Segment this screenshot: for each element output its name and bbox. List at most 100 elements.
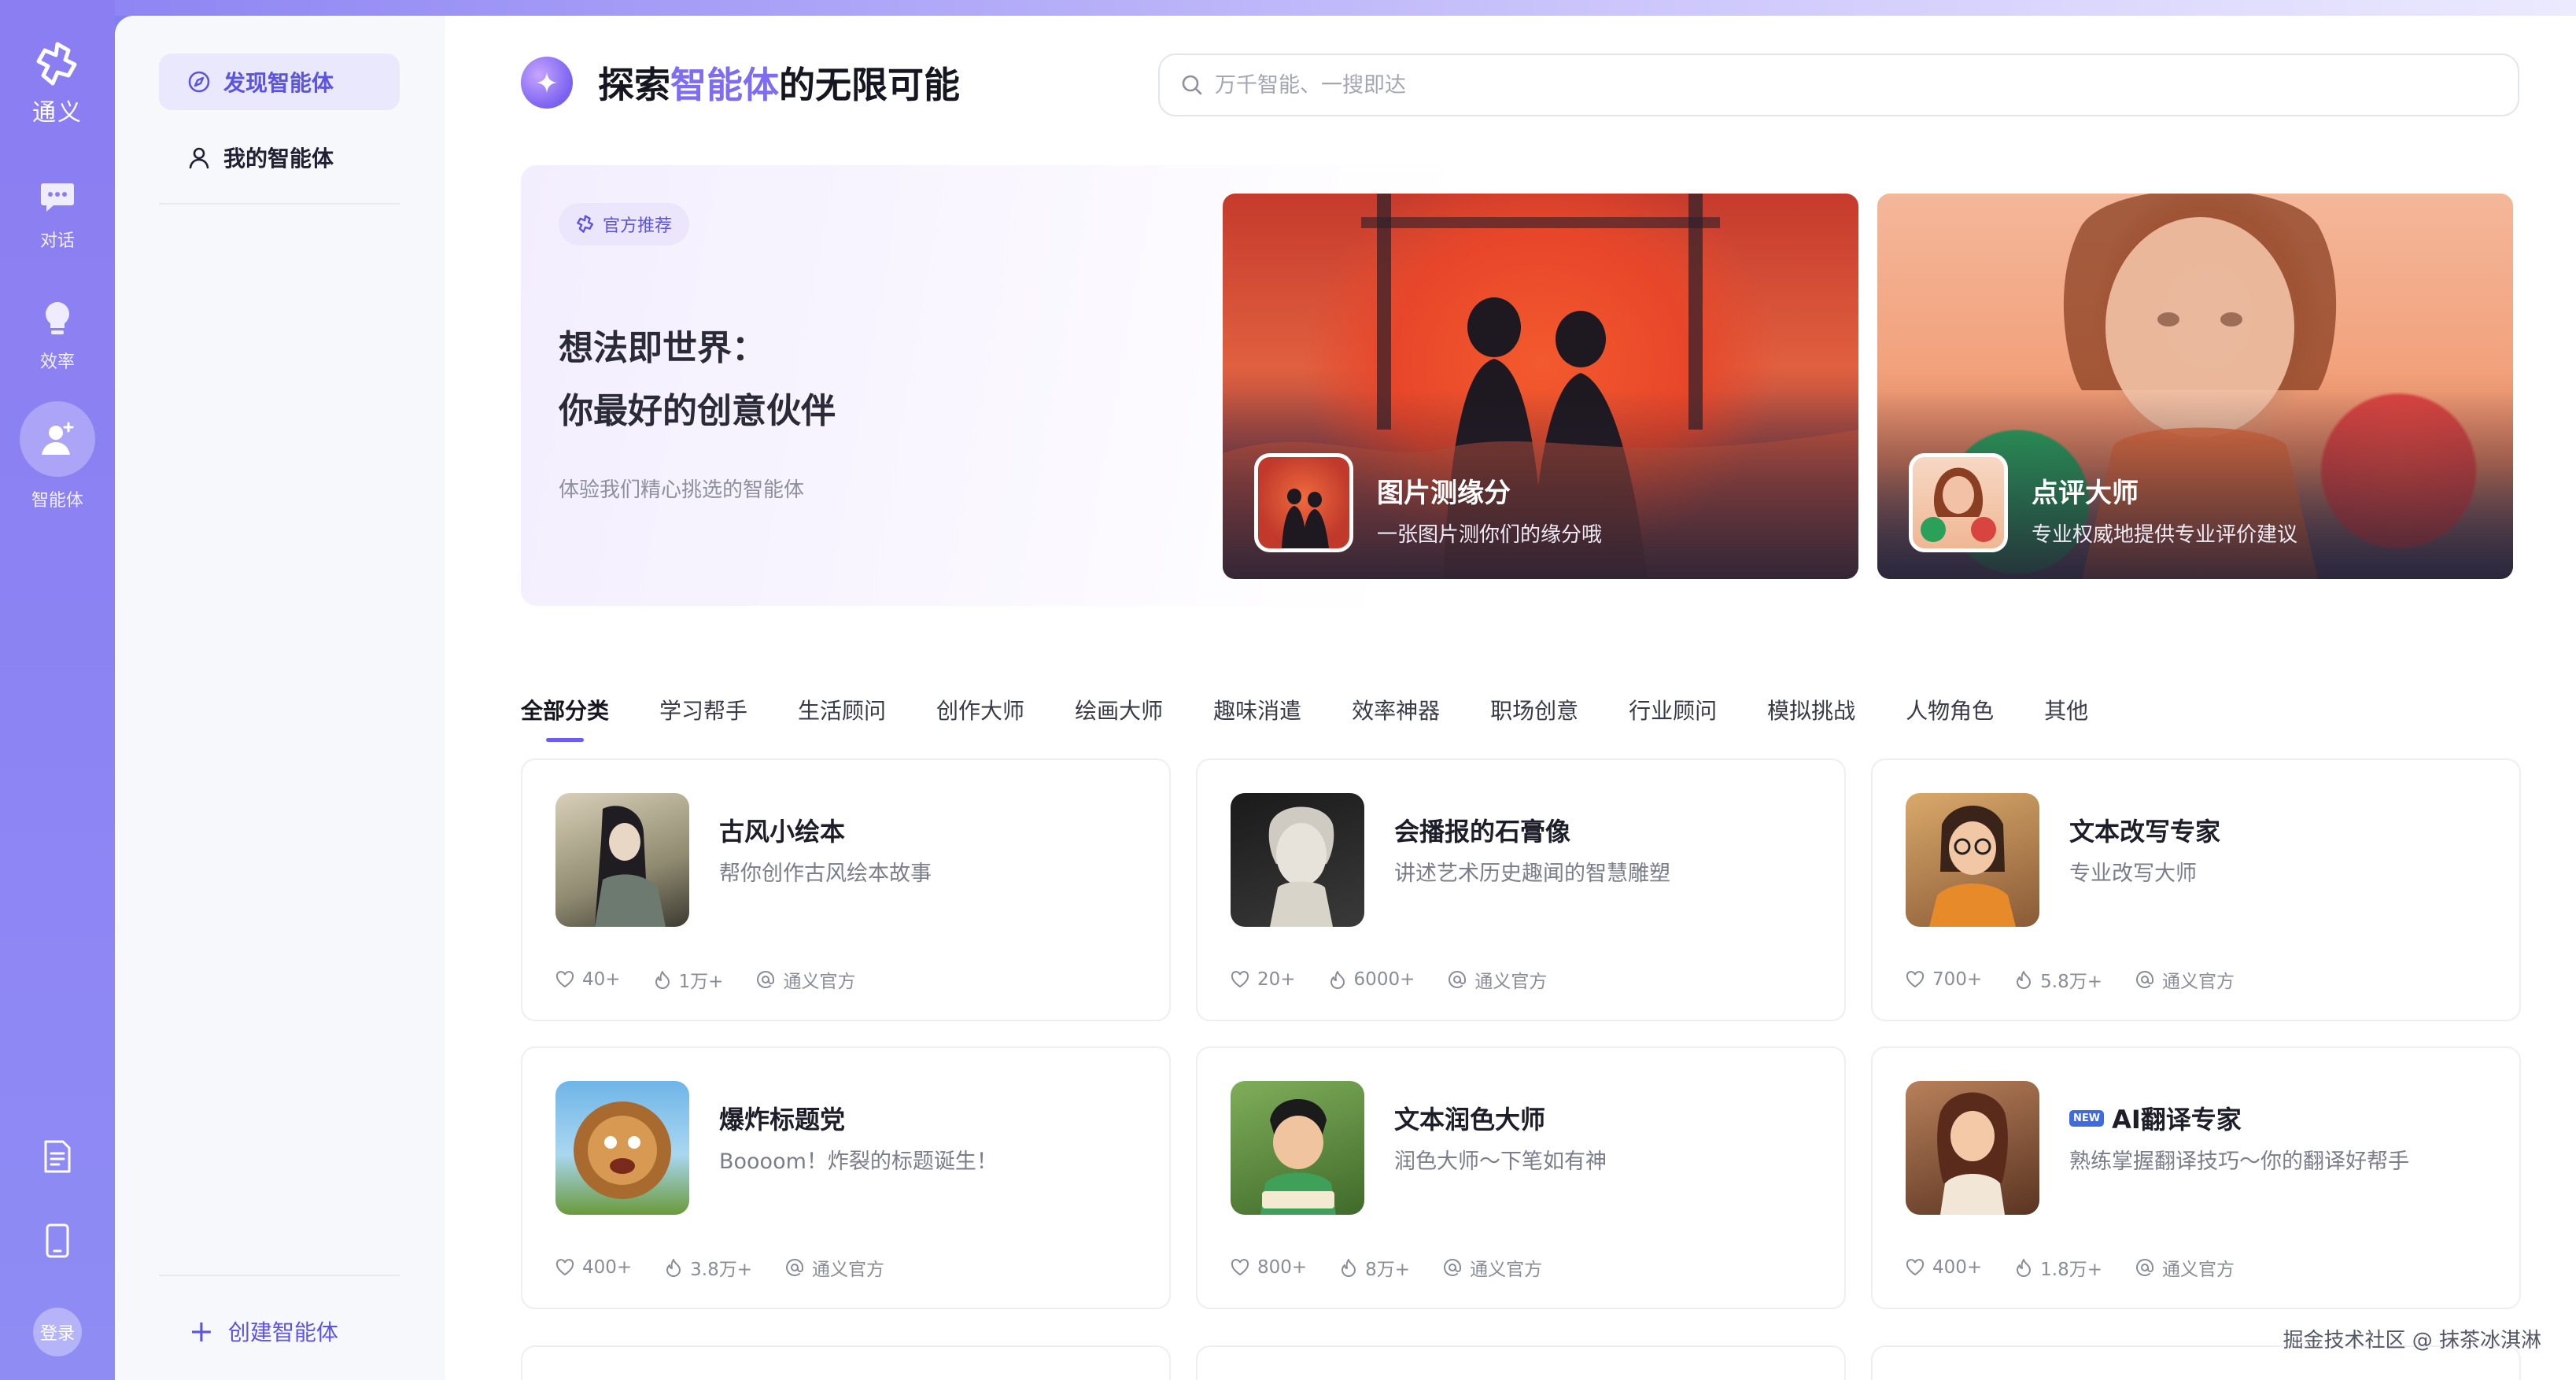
agent-title: 古风小绘本: [719, 812, 845, 848]
featured-card-desc: 专业权威地提供专业评价建议: [2032, 523, 2298, 547]
user-icon: [186, 144, 212, 171]
search-icon: [1180, 73, 1204, 97]
agent-desc: 专业改写大师: [2069, 862, 2197, 886]
agent-stats: 800+ 8万+ 通义官方: [1231, 1254, 1575, 1281]
agent-icon: [20, 401, 95, 477]
banner-headline-1: 想法即世界：: [559, 328, 766, 368]
agent-desc: 讲述艺术历史趣闻的智慧雕塑: [1394, 862, 1670, 886]
featured-card-picture-fate[interactable]: 图片测缘分 一张图片测你们的缘分哦: [1223, 194, 1858, 579]
likes-count: 40+: [582, 969, 621, 990]
featured-card-title: 点评大师: [2032, 478, 2139, 509]
agent-avatar-text-rewrite: [1906, 793, 2039, 927]
rail-item-chat[interactable]: 对话: [38, 178, 77, 252]
author-stat: 通义官方: [2135, 1254, 2235, 1281]
top-gradient-strip: [0, 0, 2576, 16]
uses-count: 1万+: [678, 972, 724, 992]
tongyi-logo-icon[interactable]: [34, 41, 81, 88]
tab-efficiency[interactable]: 效率神器: [1352, 694, 1440, 725]
banner-subtitle: 体验我们精心挑选的智能体: [559, 478, 805, 502]
uses-count: 5.8万+: [2040, 972, 2103, 992]
badge-label: 官方推荐: [603, 216, 673, 236]
tab-simulation[interactable]: 模拟挑战: [1767, 694, 1855, 725]
agent-stats: 700+ 5.8万+ 通义官方: [1906, 966, 2268, 993]
featured-card-review-master[interactable]: 点评大师 专业权威地提供专业评价建议: [1877, 194, 2513, 579]
agent-card[interactable]: 会播报的石膏像 讲述艺术历史趣闻的智慧雕塑 20+ 6000+ 通义官方: [1196, 758, 1846, 1021]
likes-count: 800+: [1257, 1257, 1308, 1278]
agent-card[interactable]: 文本改写专家 专业改写大师 700+ 5.8万+ 通义官方: [1871, 758, 2521, 1021]
agent-title-text: 文本改写专家: [2069, 817, 2221, 847]
create-agent-button[interactable]: + 创建智能体: [189, 1315, 338, 1347]
tab-workplace[interactable]: 职场创意: [1490, 694, 1578, 725]
sidebar-item-my-agents[interactable]: 我的智能体: [159, 129, 400, 186]
sidebar-item-discover[interactable]: 发现智能体: [159, 54, 400, 110]
tab-characters[interactable]: 人物角色: [1906, 694, 1994, 725]
uses-count: 3.8万+: [690, 1260, 753, 1280]
agent-card[interactable]: NEW AI翻译专家 熟练掌握翻译技巧～你的翻译好帮手 400+ 1.8万+ 通义…: [1871, 1046, 2521, 1309]
uses-stat: 3.8万+: [665, 1254, 752, 1281]
banner-headline-2: 你最好的创意伙伴: [559, 391, 836, 431]
author-stat: 通义官方: [756, 966, 855, 993]
agent-stats: 40+ 1万+ 通义官方: [555, 966, 888, 993]
author-name: 通义官方: [1470, 1260, 1543, 1280]
login-button[interactable]: 登录: [33, 1308, 82, 1356]
agent-card-partial[interactable]: [1196, 1345, 1846, 1380]
agent-desc: Boooom！炸裂的标题诞生！: [719, 1149, 998, 1174]
flame-icon: [2015, 970, 2032, 989]
tab-all[interactable]: 全部分类: [521, 694, 609, 742]
flame-icon: [665, 1258, 682, 1277]
agent-title-text: 会播报的石膏像: [1394, 817, 1571, 847]
agent-card[interactable]: 古风小绘本 帮你创作古风绘本故事 40+ 1万+ 通义官方: [521, 758, 1171, 1021]
watermark-text: 掘金技术社区 @ 抹茶冰淇淋: [2283, 1329, 2541, 1352]
agent-title-text: 文本润色大师: [1394, 1105, 1546, 1135]
tab-study[interactable]: 学习帮手: [659, 694, 747, 725]
tab-life[interactable]: 生活顾问: [798, 694, 886, 725]
heart-icon: [1906, 971, 1925, 988]
agent-stats: 400+ 3.8万+ 通义官方: [555, 1254, 917, 1281]
title-suffix: 的无限可能: [779, 64, 960, 106]
rail-item-agents[interactable]: 智能体: [20, 401, 95, 511]
sparkle-icon: [521, 57, 573, 109]
tab-painting[interactable]: 绘画大师: [1075, 694, 1163, 725]
agent-avatar-ancient-painting: [555, 793, 689, 927]
search-input[interactable]: [1215, 72, 2474, 98]
rail-logo-text: 通义: [32, 99, 83, 127]
at-icon: [756, 970, 775, 989]
agent-card[interactable]: 文本润色大师 润色大师～下笔如有神 800+ 8万+ 通义官方: [1196, 1046, 1846, 1309]
tab-other[interactable]: 其他: [2044, 694, 2088, 725]
uses-stat: 5.8万+: [2015, 966, 2102, 993]
at-icon: [1448, 970, 1467, 989]
agent-stats: 20+ 6000+ 通义官方: [1231, 966, 1580, 993]
document-icon[interactable]: [42, 1139, 72, 1174]
rail-item-efficiency[interactable]: 效率: [38, 299, 77, 373]
sidebar-item-label: 发现智能体: [223, 70, 334, 96]
likes-stat: 400+: [555, 1257, 632, 1278]
official-recommend-badge: 官方推荐: [559, 203, 690, 245]
page-title: 探索智能体的无限可能: [598, 57, 960, 109]
author-stat: 通义官方: [2135, 966, 2235, 993]
likes-stat: 20+: [1231, 969, 1296, 990]
rail-bottom: 登录: [0, 1139, 115, 1380]
uses-count: 1.8万+: [2040, 1260, 2103, 1280]
uses-stat: 6000+: [1329, 969, 1415, 990]
create-agent-label: 创建智能体: [227, 1319, 338, 1345]
at-icon: [1443, 1258, 1462, 1277]
tab-fun[interactable]: 趣味消遣: [1213, 694, 1301, 725]
at-icon: [2135, 1258, 2154, 1277]
agent-title-text: AI翻译专家: [2112, 1105, 2242, 1135]
author-stat: 通义官方: [1448, 966, 1547, 993]
search-box[interactable]: [1158, 54, 2519, 116]
tab-creation[interactable]: 创作大师: [936, 694, 1024, 725]
agent-card-partial[interactable]: [521, 1345, 1171, 1380]
main-shell: 发现智能体 我的智能体 + 创建智能体 探索智能体的无限可能 万千智能、一搜即达…: [115, 16, 2576, 1380]
likes-stat: 800+: [1231, 1257, 1307, 1278]
tab-industry[interactable]: 行业顾问: [1629, 694, 1717, 725]
agent-card[interactable]: 爆炸标题党 Boooom！炸裂的标题诞生！ 400+ 3.8万+ 通义官方: [521, 1046, 1171, 1309]
mobile-device-icon[interactable]: [45, 1223, 70, 1259]
author-name: 通义官方: [2162, 1260, 2235, 1280]
uses-stat: 8万+: [1340, 1254, 1410, 1281]
agent-stats: 400+ 1.8万+ 通义官方: [1906, 1254, 2268, 1281]
agent-title: NEW AI翻译专家: [2069, 1100, 2242, 1136]
flame-icon: [2015, 1258, 2032, 1277]
uses-count: 6000+: [1353, 969, 1415, 990]
agent-title-text: 爆炸标题党: [719, 1105, 846, 1135]
